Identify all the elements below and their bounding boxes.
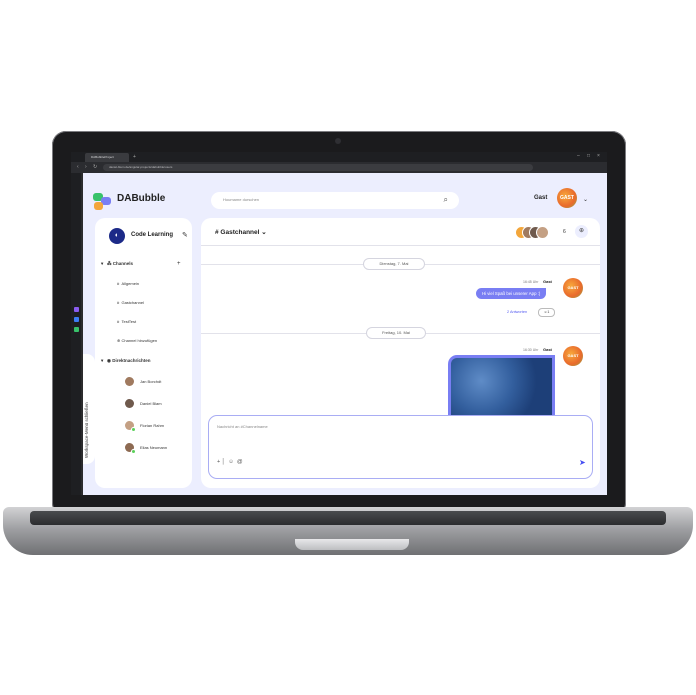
- caret-down-icon: ▾: [101, 358, 104, 363]
- reload-icon[interactable]: ↻: [93, 164, 97, 170]
- workspace-sidebar: ◐ Code Learning ✎ ▾ ⁂ Channels + # Allge…: [95, 218, 192, 488]
- avatar: [125, 377, 134, 386]
- account-circle-icon: ◉: [107, 358, 111, 363]
- message-author[interactable]: Gast: [543, 279, 552, 284]
- emoji-reaction[interactable]: ☺1: [538, 308, 555, 317]
- dabubble-app: DABubble Houmame durschen ⌕ Gast GAST ⌄ …: [83, 173, 607, 495]
- channel-label: TestTest: [121, 319, 137, 324]
- add-circle-icon: ⊕: [117, 338, 121, 343]
- channels-heading[interactable]: ▾ ⁂ Channels: [101, 261, 133, 267]
- channel-label: Allgemein: [121, 281, 140, 286]
- back-icon[interactable]: ‹: [77, 164, 79, 170]
- workspace-title: Code Learning: [131, 232, 174, 238]
- side-panel-app-icon[interactable]: [74, 317, 79, 322]
- add-channel-plus-icon[interactable]: +: [177, 261, 181, 267]
- image-message-bubble[interactable]: [448, 355, 555, 415]
- hash-icon: #: [117, 319, 121, 324]
- browser-url-bar: ‹ › ↻ daniel-blem.de/angular-projects/da…: [71, 162, 607, 173]
- channel-panel: # Gastchannel ⌄ 6 ⊕ Dienstag, 7. Mai 16:…: [201, 218, 600, 488]
- send-icon[interactable]: ➤: [579, 458, 586, 467]
- date-pill: Dienstag, 7. Mai: [363, 258, 425, 270]
- sidebar-channel-allgemein[interactable]: # Allgemein: [117, 281, 139, 286]
- dm-user-name: Daniel Blam: [140, 401, 162, 406]
- new-tab-icon[interactable]: +: [133, 154, 136, 160]
- caret-down-icon: ▾: [101, 261, 104, 266]
- browser-tab[interactable]: DABubbleProject: [85, 153, 129, 162]
- workspace-logo-icon: ◐: [109, 228, 125, 244]
- side-panel-app-icon[interactable]: [74, 307, 79, 312]
- maximize-icon[interactable]: □: [587, 153, 590, 159]
- browser-side-panel: [71, 173, 81, 495]
- forward-icon[interactable]: ›: [85, 164, 87, 170]
- channel-title[interactable]: # Gastchannel ⌄: [215, 228, 267, 236]
- message-image[interactable]: [451, 358, 552, 415]
- app-title: DABubble: [117, 193, 166, 204]
- sidebar-channel-testtest[interactable]: # TestTest: [117, 319, 136, 324]
- member-avatar: [536, 226, 549, 239]
- hash-icon: #: [117, 281, 121, 286]
- direct-messages-heading[interactable]: ▾ ◉ Direktnachrichten: [101, 358, 151, 364]
- emoji-icon[interactable]: ☺: [228, 459, 234, 465]
- message-author[interactable]: Gast: [543, 347, 552, 352]
- user-avatar[interactable]: GAST: [557, 188, 577, 208]
- search-icon[interactable]: ⌕: [444, 195, 448, 205]
- message-input-placeholder: Nachricht an #Channelname: [217, 424, 268, 429]
- url-field[interactable]: daniel-blem.de/angular-projects/dabubble…: [103, 164, 533, 171]
- mention-icon[interactable]: @: [237, 459, 243, 465]
- dm-user-name: Jan Borchdt: [140, 379, 162, 384]
- workspaces-icon: ⁂: [107, 261, 112, 266]
- add-channel-button[interactable]: ⊕ Channel hinzufügen: [117, 338, 157, 343]
- search-placeholder: Houmame durschen: [223, 197, 260, 202]
- laptop-open-notch: [295, 539, 409, 550]
- webcam: [335, 138, 341, 144]
- member-count[interactable]: 6: [563, 229, 566, 235]
- add-member-icon[interactable]: ⊕: [575, 225, 588, 238]
- minimize-icon[interactable]: –: [577, 153, 580, 159]
- input-toolbar: + │ ☺ @: [217, 459, 243, 465]
- message-bubble[interactable]: Hi viel Spaß bei unserer App :): [476, 288, 547, 299]
- online-status-dot: [131, 449, 136, 454]
- header-divider: [201, 245, 600, 246]
- dm-user-name: Florian Rahm: [140, 423, 165, 428]
- reaction-count: 1: [547, 310, 550, 314]
- message-time: 16:30 Uhr: [523, 348, 539, 352]
- channel-title-label: # Gastchannel: [215, 229, 260, 236]
- message-input[interactable]: Nachricht an #Channelname + │ ☺ @ ➤: [208, 415, 593, 479]
- direct-messages-label: Direktnachrichten: [112, 358, 151, 363]
- avatar: [125, 399, 134, 408]
- dabubble-logo-icon: [93, 193, 111, 210]
- channel-members[interactable]: [515, 226, 551, 239]
- chevron-down-icon: ⌄: [261, 229, 267, 236]
- dm-user-name: Elias Neumann: [140, 445, 168, 450]
- search-input[interactable]: Houmame durschen ⌕: [211, 192, 459, 209]
- edit-square-icon[interactable]: ✎: [182, 231, 188, 239]
- chevron-down-icon[interactable]: ⌄: [583, 196, 588, 203]
- sidebar-channel-gastchannel[interactable]: # Gastchannel: [117, 300, 144, 305]
- add-channel-label: Channel hinzufügen: [121, 338, 158, 343]
- avatar[interactable]: GAST: [563, 346, 583, 366]
- avatar[interactable]: GAST: [563, 278, 583, 298]
- side-panel-app-icon[interactable]: [74, 327, 79, 332]
- browser-tab-bar: DABubbleProject + – □ ×: [71, 152, 607, 162]
- laptop-screen: DABubbleProject + – □ × ‹ › ↻ daniel-ble…: [71, 152, 607, 495]
- laptop-keyboard-edge: [30, 511, 666, 525]
- online-status-dot: [131, 427, 136, 432]
- thread-answers-link[interactable]: 2 Antworten: [507, 310, 527, 314]
- laptop-lid: DABubbleProject + – □ × ‹ › ↻ daniel-ble…: [52, 131, 626, 517]
- message-time: 16:45 Uhr: [523, 280, 539, 284]
- close-icon[interactable]: ×: [597, 153, 600, 159]
- workspace-menu-toggle-label[interactable]: Workspace-Menü schließen: [84, 402, 89, 458]
- add-icon[interactable]: +: [217, 459, 220, 465]
- hash-icon: #: [117, 300, 121, 305]
- user-name[interactable]: Gast: [534, 195, 547, 201]
- channel-label: Gastchannel: [121, 300, 144, 305]
- date-pill: Freitag, 10. Mai: [366, 327, 426, 339]
- channels-heading-label: Channels: [112, 261, 134, 266]
